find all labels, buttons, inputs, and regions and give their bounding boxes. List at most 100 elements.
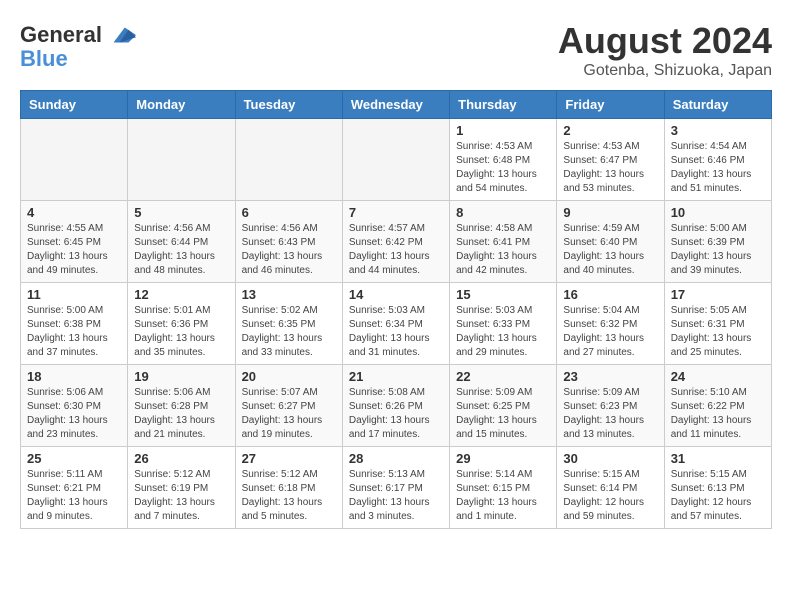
day-number: 22 [456,369,550,384]
week-row-3: 11 Sunrise: 5:00 AM Sunset: 6:38 PM Dayli… [21,283,772,365]
calendar-cell: 22Sunrise: 5:09 AM Sunset: 6:25 PM Dayli… [450,365,557,447]
calendar-cell: 2 Sunrise: 4:53 AM Sunset: 6:47 PM Daylig… [557,119,664,201]
week-row-2: 4 Sunrise: 4:55 AM Sunset: 6:45 PM Daylig… [21,201,772,283]
calendar-cell: 15 Sunrise: 5:03 AM Sunset: 6:33 PM Dayli… [450,283,557,365]
week-row-1: 1 Sunrise: 4:53 AM Sunset: 6:48 PM Daylig… [21,119,772,201]
week-row-5: 25 Sunrise: 5:11 AM Sunset: 6:21 PM Dayli… [21,447,772,529]
calendar-table: SundayMondayTuesdayWednesdayThursdayFrid… [20,90,772,529]
day-number: 19 [134,369,228,384]
logo: General Blue [20,20,136,72]
day-number: 13 [242,287,336,302]
day-number: 21 [349,369,443,384]
calendar-cell: 7 Sunrise: 4:57 AM Sunset: 6:42 PM Daylig… [342,201,449,283]
day-info: Sunrise: 5:15 AM Sunset: 6:14 PM Dayligh… [563,468,657,524]
day-number: 23 [563,369,657,384]
header-row: SundayMondayTuesdayWednesdayThursdayFrid… [21,91,772,119]
logo-icon [106,20,136,50]
day-info: Sunrise: 4:56 AM Sunset: 6:43 PM Dayligh… [242,222,336,278]
weekday-header-monday: Monday [128,91,235,119]
day-info: Sunrise: 5:06 AM Sunset: 6:30 PM Dayligh… [27,386,121,442]
day-info: Sunrise: 4:53 AM Sunset: 6:47 PM Dayligh… [563,140,657,196]
day-info: Sunrise: 5:05 AM Sunset: 6:31 PM Dayligh… [671,304,765,360]
weekday-header-friday: Friday [557,91,664,119]
page-header: General Blue August 2024 Gotenba, Shizuo… [20,20,772,80]
day-number: 15 [456,287,550,302]
day-info: Sunrise: 5:15 AM Sunset: 6:13 PM Dayligh… [671,468,765,524]
day-number: 18 [27,369,121,384]
calendar-cell: 11 Sunrise: 5:00 AM Sunset: 6:38 PM Dayli… [21,283,128,365]
day-info: Sunrise: 5:08 AM Sunset: 6:26 PM Dayligh… [349,386,443,442]
title-block: August 2024 Gotenba, Shizuoka, Japan [558,20,772,80]
day-number: 2 [563,123,657,138]
day-info: Sunrise: 5:12 AM Sunset: 6:18 PM Dayligh… [242,468,336,524]
calendar-cell: 23 Sunrise: 5:09 AM Sunset: 6:23 PM Dayli… [557,365,664,447]
day-info: Sunrise: 5:02 AM Sunset: 6:35 PM Dayligh… [242,304,336,360]
day-number: 7 [349,205,443,220]
day-number: 28 [349,451,443,466]
calendar-cell: 10 Sunrise: 5:00 AM Sunset: 6:39 PM Dayli… [664,201,771,283]
day-number: 17 [671,287,765,302]
calendar-cell [128,119,235,201]
day-number: 12 [134,287,228,302]
day-number: 9 [563,205,657,220]
week-row-4: 18 Sunrise: 5:06 AM Sunset: 6:30 PM Dayli… [21,365,772,447]
day-info: Sunrise: 4:55 AM Sunset: 6:45 PM Dayligh… [27,222,121,278]
calendar-cell: 8Sunrise: 4:58 AM Sunset: 6:41 PM Daylig… [450,201,557,283]
day-number: 4 [27,205,121,220]
calendar-cell: 5Sunrise: 4:56 AM Sunset: 6:44 PM Daylig… [128,201,235,283]
day-info: Sunrise: 5:11 AM Sunset: 6:21 PM Dayligh… [27,468,121,524]
day-info: Sunrise: 4:57 AM Sunset: 6:42 PM Dayligh… [349,222,443,278]
day-number: 31 [671,451,765,466]
calendar-cell: 21 Sunrise: 5:08 AM Sunset: 6:26 PM Dayli… [342,365,449,447]
day-info: Sunrise: 5:10 AM Sunset: 6:22 PM Dayligh… [671,386,765,442]
calendar-cell: 14Sunrise: 5:03 AM Sunset: 6:34 PM Dayli… [342,283,449,365]
day-info: Sunrise: 5:07 AM Sunset: 6:27 PM Dayligh… [242,386,336,442]
day-info: Sunrise: 5:04 AM Sunset: 6:32 PM Dayligh… [563,304,657,360]
day-number: 27 [242,451,336,466]
calendar-cell: 16 Sunrise: 5:04 AM Sunset: 6:32 PM Dayli… [557,283,664,365]
day-number: 10 [671,205,765,220]
day-number: 24 [671,369,765,384]
day-number: 11 [27,287,121,302]
day-number: 1 [456,123,550,138]
calendar-cell: 29Sunrise: 5:14 AM Sunset: 6:15 PM Dayli… [450,447,557,529]
calendar-cell: 24 Sunrise: 5:10 AM Sunset: 6:22 PM Dayli… [664,365,771,447]
day-number: 25 [27,451,121,466]
calendar-cell: 4 Sunrise: 4:55 AM Sunset: 6:45 PM Daylig… [21,201,128,283]
day-number: 3 [671,123,765,138]
calendar-cell [21,119,128,201]
calendar-cell [342,119,449,201]
day-info: Sunrise: 5:00 AM Sunset: 6:38 PM Dayligh… [27,304,121,360]
calendar-cell: 3Sunrise: 4:54 AM Sunset: 6:46 PM Daylig… [664,119,771,201]
calendar-cell: 6Sunrise: 4:56 AM Sunset: 6:43 PM Daylig… [235,201,342,283]
calendar-cell: 31 Sunrise: 5:15 AM Sunset: 6:13 PM Dayli… [664,447,771,529]
calendar-cell: 9Sunrise: 4:59 AM Sunset: 6:40 PM Daylig… [557,201,664,283]
calendar-cell: 26 Sunrise: 5:12 AM Sunset: 6:19 PM Dayli… [128,447,235,529]
day-info: Sunrise: 4:53 AM Sunset: 6:48 PM Dayligh… [456,140,550,196]
weekday-header-sunday: Sunday [21,91,128,119]
day-info: Sunrise: 5:12 AM Sunset: 6:19 PM Dayligh… [134,468,228,524]
calendar-cell: 28Sunrise: 5:13 AM Sunset: 6:17 PM Dayli… [342,447,449,529]
calendar-cell [235,119,342,201]
day-number: 14 [349,287,443,302]
month-title: August 2024 [558,20,772,62]
day-number: 30 [563,451,657,466]
calendar-cell: 20 Sunrise: 5:07 AM Sunset: 6:27 PM Dayli… [235,365,342,447]
day-number: 20 [242,369,336,384]
calendar-cell: 25 Sunrise: 5:11 AM Sunset: 6:21 PM Dayli… [21,447,128,529]
day-info: Sunrise: 5:09 AM Sunset: 6:23 PM Dayligh… [563,386,657,442]
day-number: 16 [563,287,657,302]
calendar-cell: 12 Sunrise: 5:01 AM Sunset: 6:36 PM Dayli… [128,283,235,365]
day-info: Sunrise: 5:00 AM Sunset: 6:39 PM Dayligh… [671,222,765,278]
calendar-cell: 27 Sunrise: 5:12 AM Sunset: 6:18 PM Dayli… [235,447,342,529]
day-number: 5 [134,205,228,220]
day-number: 26 [134,451,228,466]
weekday-header-tuesday: Tuesday [235,91,342,119]
calendar-cell: 1 Sunrise: 4:53 AM Sunset: 6:48 PM Daylig… [450,119,557,201]
calendar-cell: 18 Sunrise: 5:06 AM Sunset: 6:30 PM Dayli… [21,365,128,447]
day-info: Sunrise: 5:01 AM Sunset: 6:36 PM Dayligh… [134,304,228,360]
day-info: Sunrise: 5:03 AM Sunset: 6:33 PM Dayligh… [456,304,550,360]
location-subtitle: Gotenba, Shizuoka, Japan [558,62,772,80]
weekday-header-wednesday: Wednesday [342,91,449,119]
weekday-header-thursday: Thursday [450,91,557,119]
